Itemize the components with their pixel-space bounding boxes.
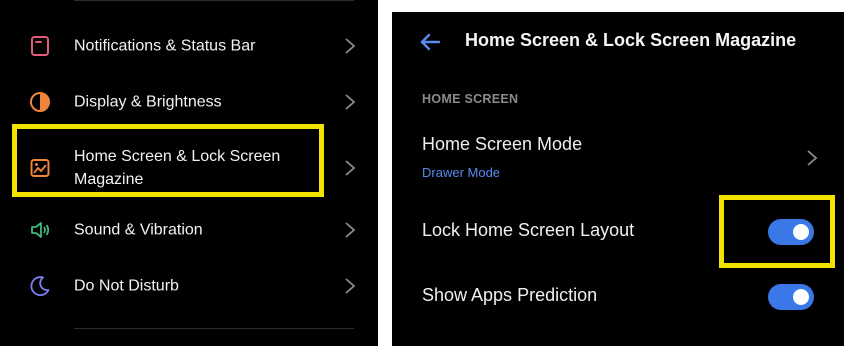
moon-icon xyxy=(30,276,50,296)
setting-label: Home Screen Mode xyxy=(422,134,583,154)
menu-item-label: Notifications & Status Bar xyxy=(74,37,256,55)
chevron-right-icon xyxy=(807,150,818,166)
setting-label: Show Apps Prediction xyxy=(422,285,598,305)
menu-item-do-not-disturb[interactable]: Do Not Disturb xyxy=(0,258,378,314)
apps-prediction-toggle[interactable] xyxy=(768,284,814,310)
menu-item-label: Display & Brightness xyxy=(74,93,222,111)
chevron-right-icon xyxy=(345,38,356,54)
settings-list-panel: Notifications & Status Bar Display & Bri… xyxy=(0,0,378,346)
setting-label: Lock Home Screen Layout xyxy=(422,220,635,240)
toggle-knob xyxy=(793,289,809,305)
section-header: HOME SCREEN xyxy=(422,92,519,106)
menu-item-display[interactable]: Display & Brightness xyxy=(0,74,378,130)
speaker-icon xyxy=(31,222,50,238)
notification-icon xyxy=(31,36,49,56)
chevron-right-icon xyxy=(345,222,356,238)
chevron-right-icon xyxy=(345,94,356,110)
home-screen-settings-panel: Home Screen & Lock Screen Magazine HOME … xyxy=(392,12,844,346)
home-screen-mode-row[interactable]: Home Screen Mode Drawer Mode xyxy=(392,130,844,186)
top-divider xyxy=(74,0,354,1)
menu-item-sound[interactable]: Sound & Vibration xyxy=(0,202,378,258)
menu-item-label: Sound & Vibration xyxy=(74,221,203,239)
top-app-bar: Home Screen & Lock Screen Magazine xyxy=(392,26,844,60)
highlight-box xyxy=(12,124,324,197)
back-arrow-icon[interactable] xyxy=(418,30,442,54)
bottom-divider xyxy=(74,328,354,329)
page-title: Home Screen & Lock Screen Magazine xyxy=(465,30,797,50)
chevron-right-icon xyxy=(345,278,356,294)
brightness-icon xyxy=(30,92,50,112)
setting-value: Drawer Mode xyxy=(422,165,501,180)
highlight-box xyxy=(719,195,835,268)
menu-item-label: Do Not Disturb xyxy=(74,277,179,295)
menu-item-notifications[interactable]: Notifications & Status Bar xyxy=(0,18,378,74)
apps-prediction-row: Show Apps Prediction xyxy=(392,277,844,317)
chevron-right-icon xyxy=(345,160,356,176)
